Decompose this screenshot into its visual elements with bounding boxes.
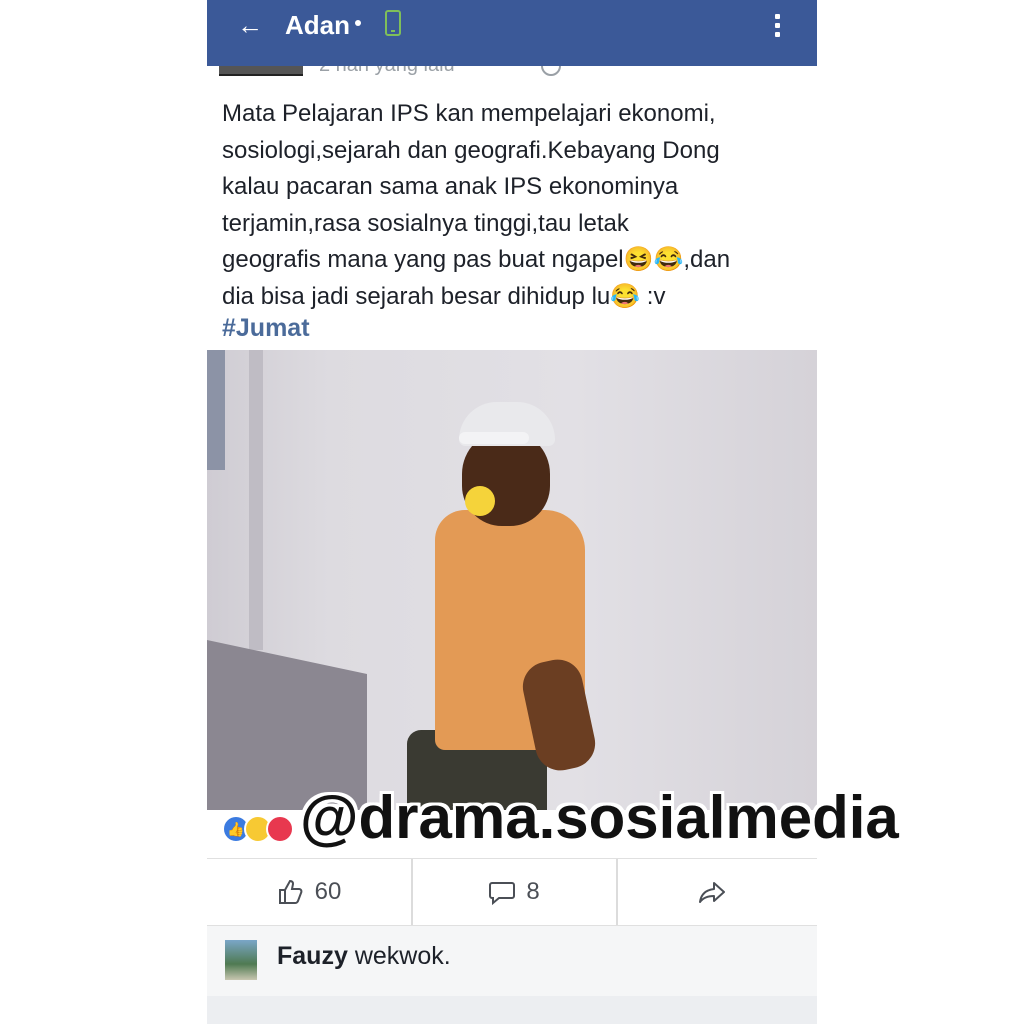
post-header: 2 hari yang lalu [207,66,817,86]
post-photo[interactable] [207,350,817,810]
bottom-strip [207,996,817,1024]
facebook-post-screen: ← Adan 2 hari yang lalu Mata Pelajaran I… [207,0,817,1024]
photo-pillar [249,350,263,650]
phone-icon [385,10,401,36]
comment-body: wekwok. [354,942,451,970]
commenter-avatar[interactable] [225,940,257,980]
hashtag-link[interactable]: #Jumat [222,314,310,343]
like-button[interactable]: 60 [207,859,411,925]
kebab-menu-icon[interactable] [775,14,781,42]
globe-icon [541,66,561,76]
comment-count: 8 [526,878,540,905]
arrow-left-icon[interactable]: ← [237,12,263,38]
post-timestamp: 2 hari yang lalu [319,66,455,77]
share-arrow-icon [699,882,725,903]
comment-bubble-icon [489,882,516,906]
love-reaction-icon [266,815,294,843]
top-app-bar: ← Adan [207,0,817,66]
post-text: Mata Pelajaran IPS kan mempelajari ekono… [222,100,731,310]
smiley-censor-icon [465,486,495,516]
post-actions: 60 8 [207,859,817,925]
author-avatar[interactable] [219,66,303,76]
like-count: 60 [314,878,342,905]
photo-window [207,350,225,470]
comment-button[interactable]: 8 [412,859,616,925]
page-title[interactable]: Adan [285,10,350,40]
separator-dot [355,20,361,26]
photo-cap-brim [459,432,529,444]
comment-text: Fauzy wekwok. [277,942,451,971]
comment-preview[interactable]: Fauzy wekwok. [207,926,817,996]
reaction-summary[interactable]: 👍 [222,815,312,847]
commenter-name[interactable]: Fauzy [277,942,348,970]
thumbs-up-icon [278,879,303,904]
share-button[interactable] [617,859,817,925]
watermark-text: @drama.sosialmedia [300,784,899,851]
